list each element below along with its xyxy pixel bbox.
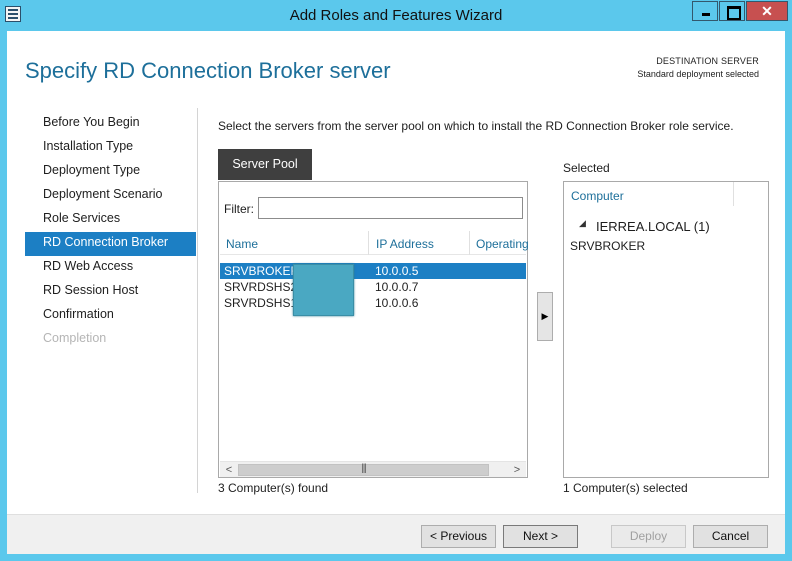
arrow-right-icon: ▶ — [541, 311, 549, 321]
found-count: 3 Computer(s) found — [218, 481, 329, 495]
scrollbar-thumb[interactable]: ||| — [238, 463, 489, 476]
nav-item-deployment-type[interactable]: Deployment Type — [25, 160, 196, 184]
column-header-operating-system[interactable]: Operating — [476, 237, 528, 251]
redaction-block — [293, 264, 354, 316]
column-separator[interactable] — [733, 182, 734, 206]
nav-divider — [197, 108, 198, 493]
close-icon: ✕ — [761, 3, 773, 19]
instruction-text: Select the servers from the server pool … — [218, 119, 734, 133]
window-title: Add Roles and Features Wizard — [289, 7, 503, 24]
selected-count: 1 Computer(s) selected — [563, 481, 688, 495]
server-name: SRVRDSHS2. — [224, 280, 294, 294]
column-header-name[interactable]: Name — [226, 237, 366, 251]
wizard-client-area: Specify RD Connection Broker server DEST… — [7, 31, 785, 554]
server-name: SRVRDSHS1. — [224, 296, 294, 310]
minimize-button[interactable] — [692, 1, 718, 21]
server-pool-header: Name IP Address Operating — [220, 231, 528, 255]
column-separator[interactable] — [469, 231, 470, 255]
tab-server-pool[interactable]: Server Pool — [218, 149, 312, 180]
table-row[interactable]: SRVBROKER. 10.0.0.5 — [220, 263, 526, 279]
nav-item-before-you-begin[interactable]: Before You Begin — [25, 112, 196, 136]
collapse-arrow-icon[interactable]: ◢ — [579, 218, 586, 229]
server-pool-panel: Filter: Name IP Address Operating SRVBRO… — [218, 181, 528, 478]
title-bar[interactable]: Add Roles and Features Wizard ✕ — [0, 0, 792, 31]
filter-input[interactable] — [258, 197, 523, 219]
maximize-button[interactable] — [719, 1, 745, 21]
nav-item-role-services[interactable]: Role Services — [25, 208, 196, 232]
table-row[interactable]: SRVRDSHS2. 10.0.0.7 — [220, 279, 526, 295]
add-to-selected-button[interactable]: ▶ — [537, 292, 553, 341]
wizard-footer: < Previous Next > Deploy Cancel — [7, 514, 785, 554]
nav-item-rd-web-access[interactable]: RD Web Access — [25, 256, 196, 280]
close-button[interactable]: ✕ — [746, 1, 788, 21]
nav-item-confirmation[interactable]: Confirmation — [25, 304, 196, 328]
group-label[interactable]: IERREA.LOCAL (1) — [596, 219, 710, 234]
scroll-left-icon[interactable]: < — [222, 463, 236, 477]
page-title: Specify RD Connection Broker server — [25, 58, 391, 83]
nav-item-rd-connection-broker[interactable]: RD Connection Broker — [25, 232, 196, 256]
server-ip: 10.0.0.6 — [375, 296, 419, 310]
column-header-computer[interactable]: Computer — [571, 189, 624, 203]
previous-button[interactable]: < Previous — [421, 525, 496, 548]
column-separator[interactable] — [368, 231, 369, 255]
grip-icon: ||| — [361, 463, 367, 474]
server-ip: 10.0.0.7 — [375, 280, 419, 294]
scroll-right-icon[interactable]: > — [510, 463, 524, 477]
filter-label: Filter: — [224, 202, 254, 216]
server-name: SRVBROKER. — [224, 264, 294, 278]
server-ip: 10.0.0.5 — [375, 264, 419, 278]
horizontal-scrollbar[interactable]: < ||| > — [220, 461, 526, 477]
nav-item-deployment-scenario[interactable]: Deployment Scenario — [25, 184, 196, 208]
column-header-ip-address[interactable]: IP Address — [376, 237, 470, 251]
destination-server-value: Standard deployment selected — [637, 69, 759, 79]
deploy-button: Deploy — [611, 525, 686, 548]
wizard-window: Add Roles and Features Wizard ✕ Specify … — [0, 0, 792, 561]
next-button[interactable]: Next > — [503, 525, 578, 548]
nav-item-completion: Completion — [43, 331, 107, 345]
selected-panel: Computer ◢ IERREA.LOCAL (1) SRVBROKER — [563, 181, 769, 478]
nav-item-rd-session-host[interactable]: RD Session Host — [25, 280, 196, 304]
table-row[interactable]: SRVRDSHS1. 10.0.0.6 — [220, 295, 526, 311]
list-item[interactable]: SRVBROKER — [570, 239, 645, 253]
destination-server-label: DESTINATION SERVER — [656, 56, 759, 66]
nav-item-installation-type[interactable]: Installation Type — [25, 136, 196, 160]
cancel-button[interactable]: Cancel — [693, 525, 768, 548]
selected-label: Selected — [563, 161, 610, 175]
server-list: SRVBROKER. 10.0.0.5 SRVRDSHS2. 10.0.0.7 … — [220, 263, 526, 311]
wizard-nav: Before You Begin Installation Type Deplo… — [25, 112, 196, 352]
